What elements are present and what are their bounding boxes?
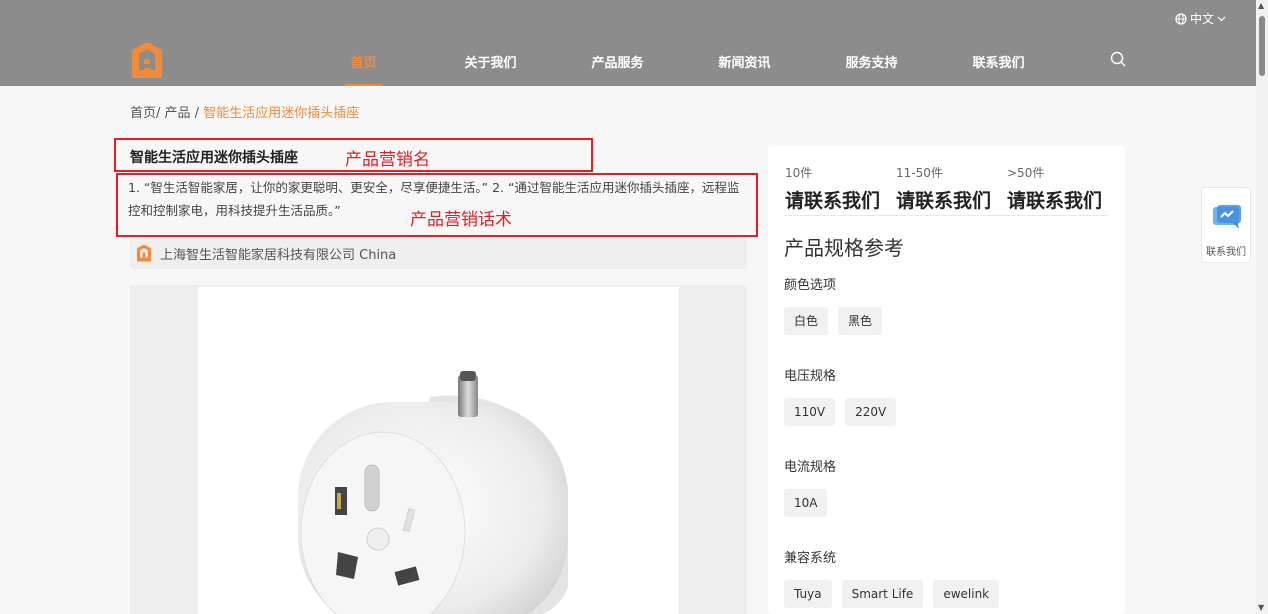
site-header: 中文 首页 关于我们 产品服务 新闻资讯 服务支持 联系我们 (0, 0, 1256, 86)
price-tier: >50件 请联系我们 (1007, 164, 1118, 213)
nav-products[interactable]: 产品服务 (554, 52, 681, 86)
page-scrollbar[interactable]: ▲ ▼ (1256, 0, 1268, 614)
spec-group-voltage: 电压规格 110V 220V (784, 365, 897, 426)
brand-logo[interactable] (130, 40, 164, 80)
spec-option[interactable]: 黑色 (838, 307, 883, 335)
company-bar[interactable]: 上海智生活智能家居科技有限公司 China (130, 237, 747, 269)
tier-price: 请联系我们 (785, 190, 881, 212)
spec-label: 兼容系统 (784, 551, 837, 566)
floating-contact-button[interactable]: 联系我们 (1201, 187, 1251, 263)
tier-price: 请联系我们 (896, 190, 992, 212)
divider (785, 215, 1108, 216)
floating-contact-label: 联系我们 (1206, 247, 1246, 258)
scrollbar-thumb[interactable] (1259, 16, 1265, 76)
scroll-up-arrow-icon[interactable]: ▲ (1258, 2, 1264, 10)
spec-group-compat: 兼容系统 Tuya Smart Life ewelink (784, 547, 1000, 608)
breadcrumb-home[interactable]: 首页 (130, 106, 156, 121)
tier-range: >50件 (1007, 166, 1045, 180)
smart-plug-illustration (298, 371, 568, 614)
breadcrumb-current: 智能生活应用迷你插头插座 (203, 106, 360, 121)
spec-option[interactable]: 220V (845, 398, 897, 426)
breadcrumb-separator: / (190, 106, 204, 121)
globe-icon (1175, 12, 1187, 25)
nav-news[interactable]: 新闻资讯 (681, 52, 808, 86)
spec-label: 电流规格 (784, 460, 837, 475)
tier-range: 11-50件 (896, 166, 943, 180)
nav-home[interactable]: 首页 (300, 52, 427, 86)
nav-support[interactable]: 服务支持 (808, 52, 935, 86)
nav-contact[interactable]: 联系我们 (935, 52, 1062, 86)
spec-section-title: 产品规格参考 (784, 236, 904, 260)
company-logo-icon (136, 244, 152, 262)
scroll-down-arrow-icon[interactable]: ▼ (1258, 604, 1264, 612)
spec-option[interactable]: Smart Life (841, 580, 924, 608)
spec-option[interactable]: 110V (784, 398, 836, 426)
language-label: 中文 (1189, 12, 1214, 26)
spec-option[interactable]: 10A (784, 489, 828, 517)
price-tiers: 10件 请联系我们 11-50件 请联系我们 >50件 请联系我们 (785, 164, 1118, 213)
chevron-down-icon (1217, 16, 1226, 21)
spec-option[interactable]: 白色 (784, 307, 829, 335)
product-image-area (130, 285, 747, 614)
price-tier: 10件 请联系我们 (785, 164, 896, 213)
breadcrumb-separator: / (156, 106, 165, 121)
product-image[interactable] (198, 287, 679, 614)
main-nav: 首页 关于我们 产品服务 新闻资讯 服务支持 联系我们 (300, 52, 1062, 86)
spec-group-current: 电流规格 10A (784, 456, 836, 517)
company-name: 上海智生活智能家居科技有限公司 China (160, 247, 397, 263)
spec-group-color: 颜色选项 白色 黑色 (784, 274, 883, 335)
price-tier: 11-50件 请联系我们 (896, 164, 1007, 213)
breadcrumb-category[interactable]: 产品 (165, 106, 191, 121)
language-switcher[interactable]: 中文 (1175, 10, 1226, 27)
annotation-label-title: 产品营销名 (345, 150, 430, 170)
tier-range: 10件 (785, 166, 813, 180)
annotation-label-description: 产品营销话术 (410, 210, 512, 230)
nav-about[interactable]: 关于我们 (427, 52, 554, 86)
search-icon[interactable] (1109, 50, 1127, 68)
spec-option[interactable]: Tuya (784, 580, 832, 608)
breadcrumb: 首页/ 产品 / 智能生活应用迷你插头插座 (130, 102, 359, 121)
tier-price: 请联系我们 (1007, 190, 1103, 212)
spec-label: 颜色选项 (784, 278, 837, 293)
chat-icon (1213, 205, 1241, 229)
purchase-panel: 10件 请联系我们 11-50件 请联系我们 >50件 请联系我们 产品规格参考… (768, 146, 1125, 614)
spec-label: 电压规格 (784, 369, 837, 384)
spec-option[interactable]: ewelink (933, 580, 1000, 608)
